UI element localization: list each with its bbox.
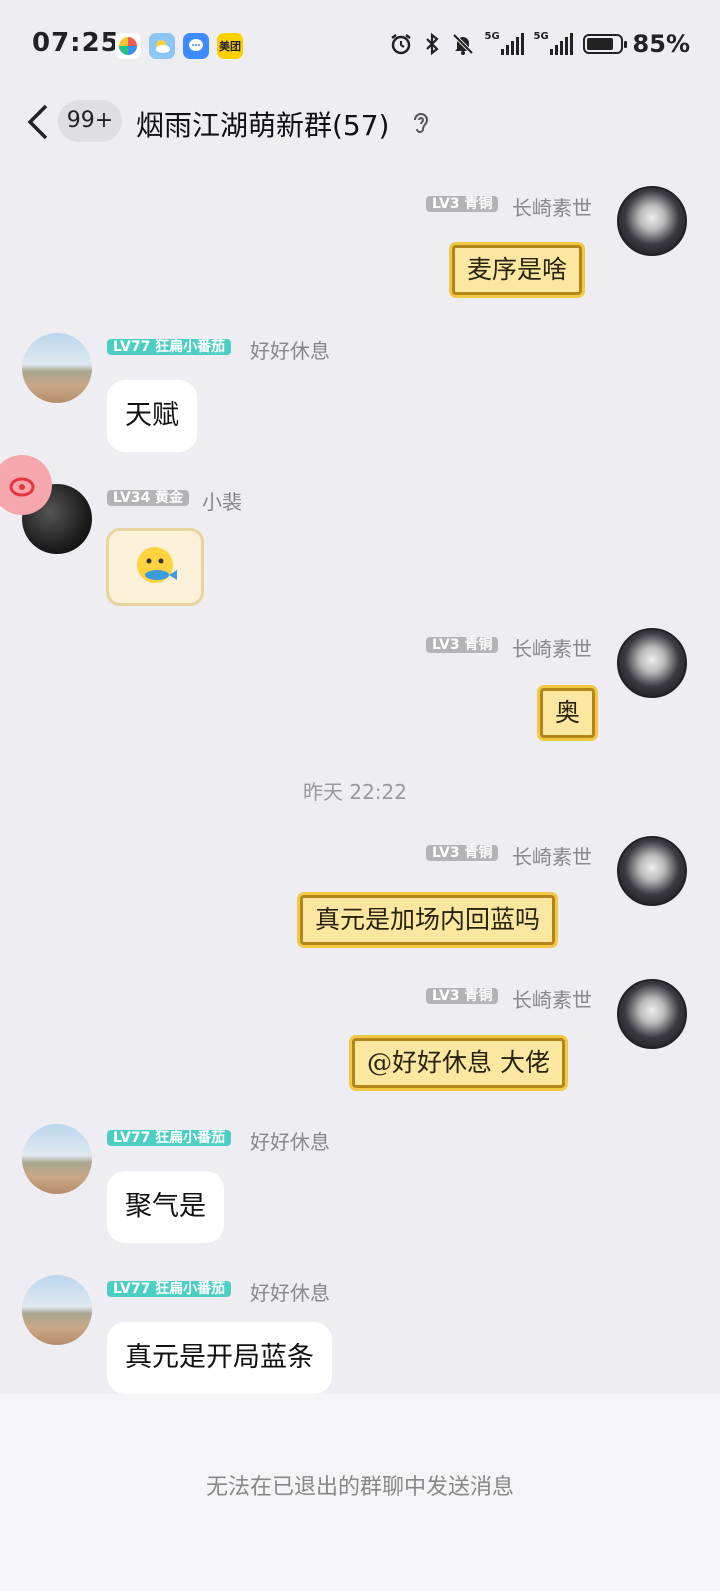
- status-indicators: 5G 5G 85%: [389, 30, 690, 58]
- level-badge: LV3 青铜: [426, 196, 499, 212]
- message-bubble-gold[interactable]: 奥: [540, 688, 596, 738]
- meituan-icon: 美团: [217, 33, 243, 59]
- message-sender-badge: LV34 黄金: [107, 485, 190, 511]
- message-bubble-gold[interactable]: 真元是加场内回蓝吗: [300, 895, 556, 945]
- level-badge: LV3 青铜: [426, 637, 499, 653]
- message-bubble-gold[interactable]: @好好休息 大佬: [352, 1038, 565, 1088]
- pinwheel-icon: [115, 33, 141, 59]
- message-bubble[interactable]: 聚气是: [107, 1171, 224, 1243]
- message-sender-badge: LV77 狂扁小番茄: [107, 1125, 232, 1151]
- message-sender-badge: LV3 青铜: [426, 983, 499, 1009]
- avatar[interactable]: [617, 628, 687, 698]
- level-badge: LV3 青铜: [426, 845, 499, 861]
- ear-icon[interactable]: [410, 110, 432, 136]
- avatar[interactable]: [617, 186, 687, 256]
- sender-name[interactable]: 长崎素世: [512, 192, 592, 221]
- back-arrow-icon[interactable]: [26, 104, 50, 140]
- battery-fill: [586, 38, 613, 50]
- avatar[interactable]: [22, 1124, 92, 1194]
- level-badge: LV34 黄金: [107, 490, 190, 506]
- sender-name[interactable]: 好好休息: [250, 1277, 330, 1306]
- level-badge: LV77 狂扁小番茄: [107, 339, 232, 355]
- sender-name[interactable]: 长崎素世: [512, 984, 592, 1013]
- sender-name[interactable]: 好好休息: [250, 1126, 330, 1155]
- message-bubble-gold[interactable]: 麦序是啥: [452, 245, 583, 295]
- bluetooth-icon: [425, 32, 439, 56]
- chat-icon: [183, 33, 209, 59]
- weather-icon: [149, 33, 175, 59]
- sender-name[interactable]: 长崎素世: [512, 841, 592, 870]
- alarm-icon: [390, 34, 411, 55]
- emoji-sticker[interactable]: [106, 528, 204, 606]
- fish-face-emoji-icon: [137, 547, 177, 583]
- signal-5g-icon-2: 5G: [533, 31, 573, 55]
- message-sender-badge: LV77 狂扁小番茄: [107, 1276, 232, 1302]
- message-bubble[interactable]: 真元是开局蓝条: [107, 1322, 332, 1394]
- signal-5g-icon-1: 5G: [484, 31, 524, 55]
- avatar[interactable]: [22, 333, 92, 403]
- message-sender-badge: LV77 狂扁小番茄: [107, 334, 232, 360]
- level-badge: LV77 狂扁小番茄: [107, 1130, 232, 1146]
- sender-name[interactable]: 长崎素世: [512, 633, 592, 662]
- group-title[interactable]: 烟雨江湖萌新群(57): [136, 104, 389, 144]
- avatar[interactable]: [617, 979, 687, 1049]
- level-badge: LV3 青铜: [426, 988, 499, 1004]
- sender-name[interactable]: 好好休息: [250, 335, 330, 364]
- battery-icon: [582, 34, 627, 54]
- avatar[interactable]: [617, 836, 687, 906]
- avatar[interactable]: [22, 1275, 92, 1345]
- network-label-1: 5G: [484, 31, 500, 42]
- level-badge: LV77 狂扁小番茄: [107, 1281, 232, 1297]
- network-label-2: 5G: [533, 31, 549, 42]
- status-time: 07:25: [32, 28, 120, 58]
- mute-bell-icon: [452, 33, 473, 55]
- message-bubble[interactable]: 天赋: [107, 380, 197, 452]
- timestamp: 昨天 22:22: [303, 780, 407, 804]
- status-app-icons: 美团: [115, 33, 243, 59]
- weibo-icon: [9, 477, 35, 497]
- message-sender-badge: LV3 青铜: [426, 632, 499, 658]
- message-sender-badge: LV3 青铜: [426, 191, 499, 217]
- exited-group-notice: 无法在已退出的群聊中发送消息: [205, 1475, 514, 1500]
- message-sender-badge: LV3 青铜: [426, 840, 499, 866]
- unread-count-badge[interactable]: 99+: [58, 100, 122, 142]
- battery-percent: 85%: [632, 30, 690, 58]
- sender-name[interactable]: 小裴: [202, 486, 242, 515]
